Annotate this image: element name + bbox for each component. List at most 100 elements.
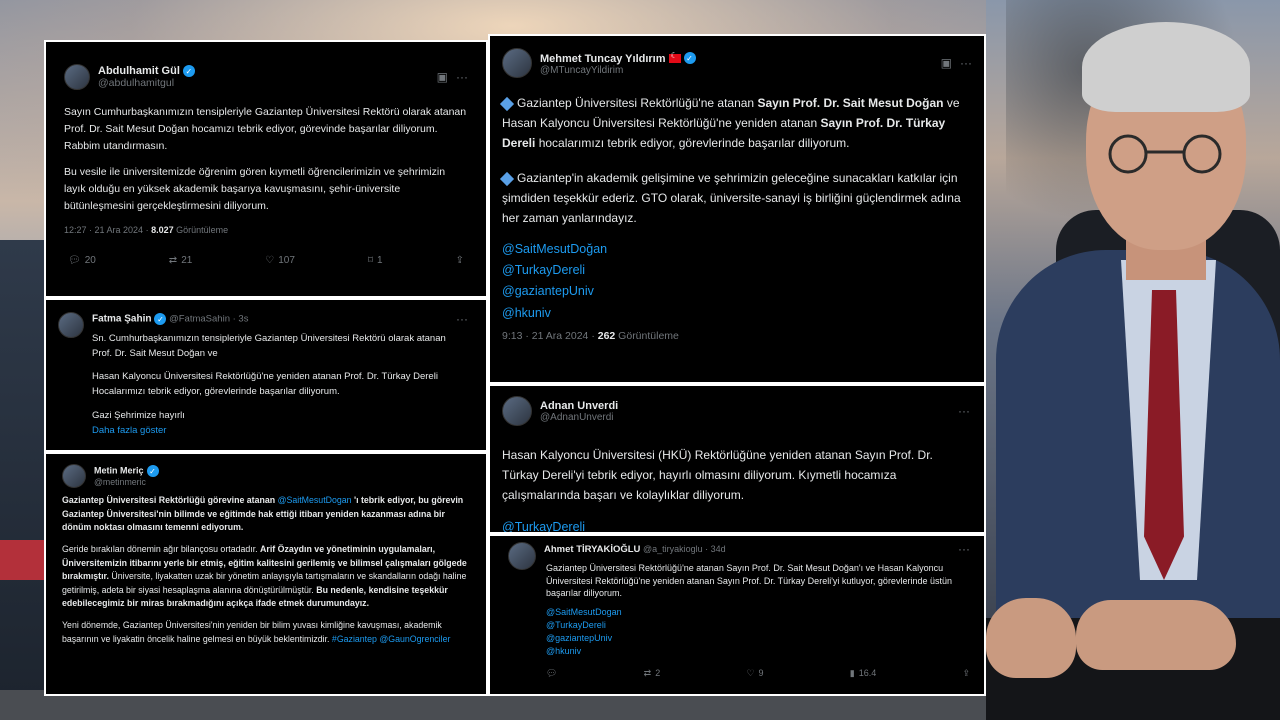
tweet-paragraph: Yeni dönemde, Gaziantep Üniversitesi'nin… xyxy=(62,619,470,646)
avatar[interactable] xyxy=(502,48,532,78)
share-icon: ⇪ xyxy=(962,667,970,678)
tweet-mehmet-tuncay-yildirim: Mehmet Tuncay Yıldırım ✓ @MTuncayYildirim… xyxy=(488,34,986,384)
header-icons: ··· xyxy=(958,542,970,556)
mention-link[interactable]: @gaziantepUniv xyxy=(546,632,970,645)
chart-icon: ▮ xyxy=(849,667,855,678)
tweet-paragraph: Hasan Kalyoncu Üniversitesi (HKÜ) Rektör… xyxy=(502,448,933,502)
bookmark-icon: ⌑ xyxy=(367,254,374,266)
views-button[interactable]: ▮ 16.4 xyxy=(850,668,876,679)
tweet-paragraph: Bu vesile ile üniversitemizde öğrenim gö… xyxy=(64,166,446,212)
tweet-header: Abdulhamit Gül ✓ @abdulhamitgul ▣ ··· xyxy=(64,64,468,90)
mention-link[interactable]: @TurkayDereli xyxy=(546,619,970,632)
view-label: Görüntüleme xyxy=(173,224,229,235)
more-icon[interactable]: ··· xyxy=(456,70,468,84)
author-name[interactable]: Fatma Şahin xyxy=(92,314,151,325)
view-count: 262 xyxy=(597,329,616,342)
tweet-paragraph: Gaziantep Üniversitesi Rektörlüğü'ne ata… xyxy=(499,94,972,153)
tweet-abdulhamit-gul: Abdulhamit Gül ✓ @abdulhamitgul ▣ ··· Say… xyxy=(44,40,488,298)
avatar[interactable] xyxy=(508,542,536,570)
repost-icon: ⇄ xyxy=(643,667,652,678)
author-handle[interactable]: @MTuncayYildirim xyxy=(540,65,696,76)
header-icons: ▣ ··· xyxy=(941,56,972,70)
author-name[interactable]: Mehmet Tuncay Yıldırım xyxy=(540,53,666,65)
tweet-text: Sayın Cumhurbaşkanımızın tensipleriyle G… xyxy=(64,104,468,215)
mention-link[interactable]: @SaitMesutDogan xyxy=(278,495,352,505)
header-icons: ··· xyxy=(456,312,468,326)
like-button[interactable]: ♡ 9 xyxy=(746,668,763,679)
avatar[interactable] xyxy=(502,396,532,426)
author-name[interactable]: Ahmet TİRYAKİOĞLU xyxy=(544,544,640,555)
avatar[interactable] xyxy=(64,64,90,90)
background-building-band xyxy=(0,540,48,580)
repost-button[interactable]: ⇄ 21 xyxy=(169,255,193,266)
show-more-link[interactable]: Daha fazla göster xyxy=(92,424,468,439)
portrait-hand-right xyxy=(1076,600,1236,670)
header-icons: ··· xyxy=(958,404,970,418)
mention-link[interactable]: @SaitMesutDogan xyxy=(546,606,970,619)
grok-icon[interactable]: ▣ xyxy=(941,56,952,70)
share-button[interactable]: ⇪ xyxy=(456,255,464,266)
author-name[interactable]: Adnan Unverdi xyxy=(540,400,618,412)
grok-icon[interactable]: ▣ xyxy=(437,70,448,84)
tweet-paragraph: Hasan Kalyoncu Üniversitesi Rektörlüğü'n… xyxy=(92,371,438,398)
tweet-text: Gaziantep Üniversitesi Rektörlüğü görevi… xyxy=(62,494,470,646)
tweet-time[interactable]: 9:13 · 21 Ara 2024 · xyxy=(502,330,598,342)
mention-link[interactable]: @gaziantepUniv xyxy=(502,281,972,302)
reply-count: 20 xyxy=(84,254,96,266)
reply-button[interactable]: 💬︎ xyxy=(546,668,557,679)
tweet-fatma-sahin: Fatma Şahin ✓ @FatmaSahin · 3s ··· Sn. Cu… xyxy=(44,298,488,452)
text-bold: Gaziantep Üniversitesi Rektörlüğü görevi… xyxy=(62,495,278,505)
tweet-ahmet-tiryakioglu: Ahmet TİRYAKİOĞLU @a_tiryakioglu · 34d ·… xyxy=(488,534,986,696)
heart-icon: ♡ xyxy=(746,667,755,678)
author-handle[interactable]: @AdnanUnverdi xyxy=(540,412,618,423)
reply-button[interactable]: 💬︎ 20 xyxy=(68,255,96,266)
repost-button[interactable]: ⇄ 2 xyxy=(644,668,661,679)
view-label: Görüntüleme xyxy=(615,329,679,342)
author-name[interactable]: Abdulhamit Gül xyxy=(98,65,180,77)
more-icon[interactable]: ··· xyxy=(456,312,468,326)
author-handle[interactable]: @a_tiryakioglu · 34d xyxy=(643,544,726,554)
mention-link[interactable]: @hkuniv xyxy=(546,645,970,658)
mention-link[interactable]: @TurkayDereli xyxy=(502,260,972,281)
tweet-time[interactable]: 12:27 · 21 Ara 2024 · xyxy=(64,225,151,235)
text-span: Gaziantep Üniversitesi Rektörlüğü'ne ata… xyxy=(517,96,758,110)
heart-icon: ♡ xyxy=(265,254,275,266)
hashtag-link[interactable]: #Gaziantep @GaunOgrenciler xyxy=(332,634,450,644)
text-span: Gaziantep'in akademik gelişimine ve şehr… xyxy=(502,171,961,225)
author-handle[interactable]: @FatmaSahin · 3s xyxy=(169,314,248,325)
more-icon[interactable]: ··· xyxy=(958,542,970,556)
background-building xyxy=(0,240,48,720)
tweet-meta: 12:27 · 21 Ara 2024 · 8.027 Görüntüleme xyxy=(64,225,468,235)
view-count: 8.027 xyxy=(151,224,174,235)
tweet-paragraph: Sn. Cumhurbaşkanımızın tensipleriyle Gaz… xyxy=(92,333,446,359)
tweet-text: Sn. Cumhurbaşkanımızın tensipleriyle Gaz… xyxy=(92,332,468,438)
mention-list: @SaitMesutDoğan @TurkayDereli @gaziantep… xyxy=(502,239,972,324)
repost-count: 2 xyxy=(655,668,661,679)
mention-link[interactable]: @TurkayDereli xyxy=(502,517,970,532)
share-button[interactable]: ⇪ xyxy=(962,668,970,679)
like-button[interactable]: ♡ 107 xyxy=(265,255,295,266)
avatar[interactable] xyxy=(58,312,84,338)
verified-icon: ✓ xyxy=(182,65,195,78)
mention-link[interactable]: @hkuniv xyxy=(502,303,972,324)
portrait-hair xyxy=(1082,22,1250,112)
verified-icon: ✓ xyxy=(146,465,159,477)
repost-icon: ⇄ xyxy=(168,254,178,266)
bookmark-button[interactable]: ⌑ 1 xyxy=(368,255,383,266)
author-handle[interactable]: @metinmeric xyxy=(94,477,159,487)
author-handle[interactable]: @abdulhamitgul xyxy=(98,77,195,89)
text-span: Geride bırakılan dönemin ağır bilançosu … xyxy=(62,543,261,554)
like-count: 107 xyxy=(278,254,295,266)
mention-list: @SaitMesutDogan @TurkayDereli @gaziantep… xyxy=(546,606,970,658)
diamond-icon xyxy=(499,96,515,111)
avatar[interactable] xyxy=(62,464,86,488)
tweet-actions: 💬︎ ⇄ 2 ♡ 9 ▮ 16.4 ⇪ xyxy=(546,668,970,679)
more-icon[interactable]: ··· xyxy=(960,56,972,70)
tweet-header: Mehmet Tuncay Yıldırım ✓ @MTuncayYildirim… xyxy=(502,48,972,78)
more-icon[interactable]: ··· xyxy=(958,404,970,418)
tweet-paragraph: Gaziantep'in akademik gelişimine ve şehr… xyxy=(499,169,972,228)
tweet-metin-meric: Metin Meriç ✓ @metinmeric Gaziantep Ünive… xyxy=(44,452,488,696)
verified-icon: ✓ xyxy=(683,52,696,65)
author-name[interactable]: Metin Meriç xyxy=(94,465,144,475)
mention-link[interactable]: @SaitMesutDoğan xyxy=(502,239,972,260)
